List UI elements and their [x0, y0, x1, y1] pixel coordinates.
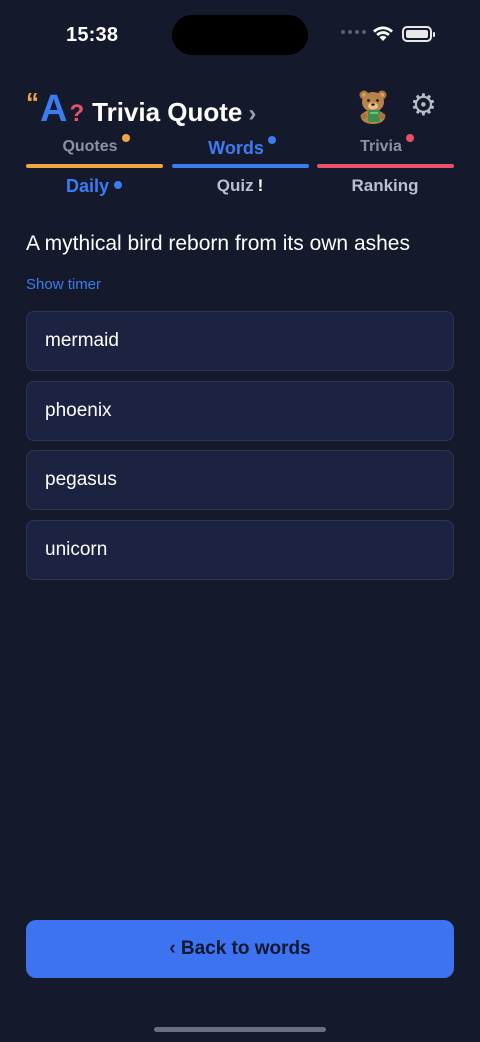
home-indicator[interactable] [154, 1027, 326, 1032]
tab-quotes-dot [121, 134, 130, 142]
tab-trivia-underline [317, 164, 454, 168]
back-to-words-button[interactable]: ‹ Back to words [26, 920, 454, 978]
subtab-daily-dot [114, 181, 123, 190]
subtab-quiz-badge: ! [257, 176, 264, 195]
logo-question-mark: ? [69, 100, 85, 127]
tab-quotes[interactable]: Quotes [26, 134, 162, 156]
answer-option[interactable]: mermaid [26, 311, 454, 371]
show-timer-link[interactable]: Show timer [26, 276, 101, 293]
app-header[interactable]: “ A ? Trivia Quote › [26, 87, 256, 131]
bear-mascot-icon[interactable] [356, 88, 390, 124]
cellular-signal-icon [341, 30, 366, 34]
tab-trivia-dot [405, 134, 414, 142]
subtab-daily-label: Daily [65, 176, 110, 196]
question-text: A mythical bird reborn from its own ashe… [26, 232, 410, 255]
subtab-quiz-label: Quiz [216, 176, 254, 195]
tab-quotes-label: Quotes [62, 138, 118, 155]
app-logo: “ A ? [26, 87, 85, 131]
answer-option[interactable]: unicorn [26, 520, 454, 580]
gear-icon[interactable]: ⚙ [410, 90, 437, 122]
answer-option[interactable]: pegasus [26, 450, 454, 510]
subtab-ranking-label: Ranking [351, 176, 419, 195]
tab-quotes-underline [26, 164, 163, 168]
tab-words-underline [172, 164, 309, 168]
wifi-icon [373, 26, 393, 41]
dynamic-island [172, 15, 308, 55]
tab-words-label: Words [208, 138, 264, 158]
logo-quote-mark: “ [26, 87, 39, 117]
tab-words-dot [267, 136, 276, 144]
subtab-ranking[interactable]: Ranking [317, 176, 453, 196]
answer-option[interactable]: phoenix [26, 381, 454, 441]
subtab-daily[interactable]: Daily [26, 176, 162, 197]
tab-words[interactable]: Words [172, 136, 308, 159]
logo-letter: A [40, 88, 68, 130]
status-time: 15:38 [66, 24, 119, 46]
chevron-right-icon[interactable]: › [248, 100, 256, 128]
subtab-quiz[interactable]: Quiz! [172, 176, 308, 196]
tab-trivia-label: Trivia [360, 138, 402, 155]
battery-icon [402, 26, 435, 42]
app-title[interactable]: Trivia Quote [92, 97, 242, 128]
tab-trivia[interactable]: Trivia [317, 134, 453, 156]
